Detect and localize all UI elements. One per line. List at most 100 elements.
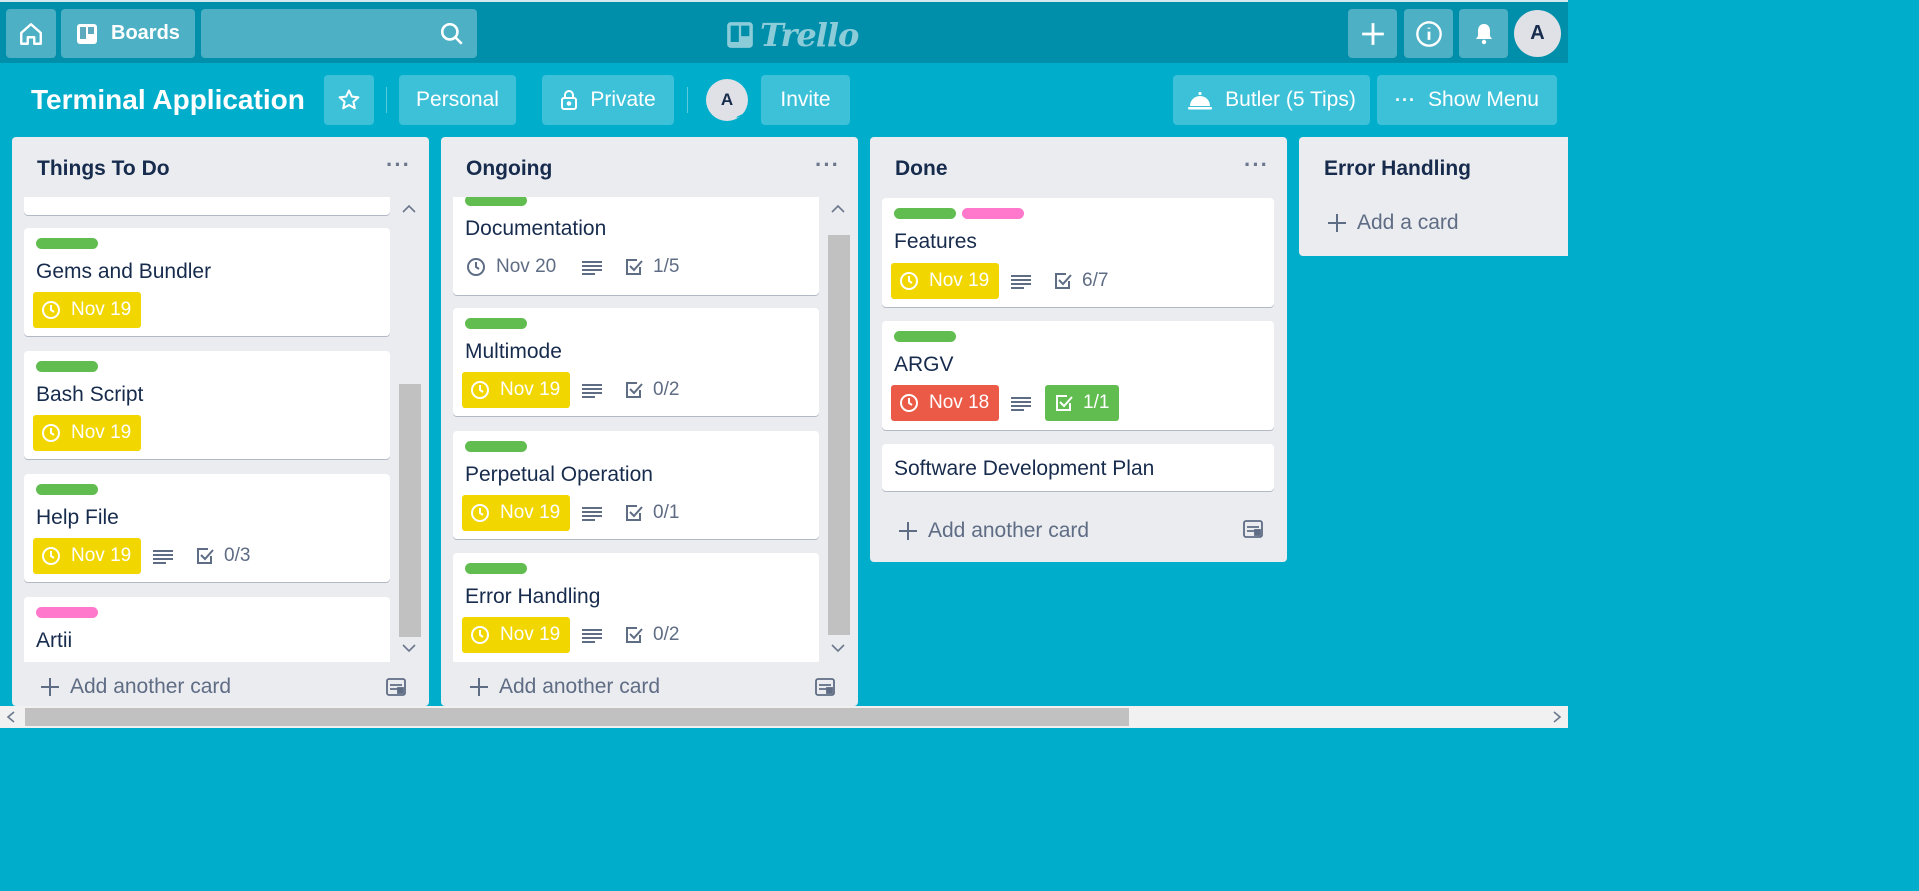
label-green[interactable] [465, 441, 527, 452]
header-divider [386, 87, 387, 113]
search-input[interactable] [201, 9, 477, 58]
trello-logo[interactable]: Trello [726, 16, 859, 54]
scroll-right-icon[interactable] [1552, 711, 1562, 723]
add-card-button[interactable]: Add another card [469, 675, 660, 699]
card-title: Artii [36, 629, 73, 652]
scroll-thumb[interactable] [828, 235, 850, 635]
notifications-button[interactable] [1459, 9, 1508, 58]
boards-button[interactable]: Boards [61, 9, 195, 58]
list-scrollbar[interactable] [826, 197, 850, 662]
scroll-left-icon[interactable] [6, 711, 16, 723]
invite-label: Invite [780, 88, 831, 111]
card-bash-script[interactable]: Bash Script Nov 19 [24, 351, 390, 459]
plus-icon [1328, 214, 1346, 232]
due-date-badge[interactable]: Nov 19 [462, 617, 571, 653]
add-card-label: Add a card [1357, 211, 1459, 234]
list-scrollbar[interactable] [397, 197, 421, 662]
scroll-thumb[interactable] [399, 384, 421, 637]
checklist-count: 0/3 [224, 545, 251, 566]
list-title[interactable]: Things To Do [37, 157, 170, 181]
card-software-development-plan[interactable]: Software Development Plan [882, 444, 1274, 491]
clock-icon [42, 547, 60, 565]
due-date-badge[interactable]: Nov 18 [891, 385, 1000, 421]
star-button[interactable] [324, 75, 374, 125]
due-date-badge[interactable]: Nov 19 [33, 415, 142, 451]
scroll-thumb[interactable] [25, 708, 1129, 726]
top-header: Boards Trello A [0, 0, 1568, 63]
list-title[interactable]: Done [895, 157, 948, 181]
label-green[interactable] [465, 563, 527, 574]
info-button[interactable] [1404, 9, 1453, 58]
label-green[interactable] [894, 208, 956, 219]
label-green[interactable] [36, 238, 98, 249]
more-icon: ··· [1395, 90, 1417, 110]
due-date-text: Nov 19 [71, 422, 132, 443]
label-green[interactable] [894, 331, 956, 342]
card-partial[interactable] [24, 197, 390, 215]
checklist-count: 0/1 [653, 502, 680, 523]
label-green[interactable] [465, 318, 527, 329]
list-menu-icon[interactable]: ··· [386, 154, 411, 176]
card-title: Help File [36, 506, 119, 529]
list-menu-icon[interactable]: ··· [1244, 154, 1269, 176]
scroll-down-icon[interactable] [401, 642, 417, 654]
card-title: Features [894, 230, 977, 253]
card-multimode[interactable]: Multimode Nov 19 0/2 [453, 308, 819, 416]
add-card-button[interactable]: Add another card [40, 675, 231, 699]
add-card-button[interactable]: Add a card [1327, 211, 1459, 235]
home-icon [20, 22, 42, 45]
card-title: Error Handling [465, 585, 601, 608]
invite-button[interactable]: Invite [761, 75, 850, 125]
add-card-button[interactable]: Add another card [898, 519, 1089, 543]
checklist-badge: 0/2 [625, 617, 679, 653]
personal-button[interactable]: Personal [399, 75, 516, 125]
create-button[interactable] [1348, 9, 1397, 58]
due-date-badge[interactable]: Nov 19 [33, 292, 142, 328]
due-date-badge[interactable]: Nov 19 [462, 372, 571, 408]
personal-label: Personal [416, 88, 499, 111]
lock-icon [561, 90, 578, 110]
home-button[interactable] [6, 9, 56, 58]
card-template-icon[interactable] [385, 677, 407, 697]
label-green[interactable] [36, 361, 98, 372]
scroll-up-icon[interactable] [401, 203, 417, 215]
list-ongoing: Ongoing ··· Documentation Nov 20 1/5 Mul… [441, 137, 858, 706]
list-things-to-do: Things To Do ··· Gems and Bundler Nov 19… [12, 137, 429, 706]
logo-text: Trello [760, 16, 859, 54]
label-pink[interactable] [962, 208, 1024, 219]
card-features[interactable]: Features Nov 19 6/7 [882, 198, 1274, 307]
scroll-up-icon[interactable] [830, 203, 846, 215]
show-menu-label: Show Menu [1428, 88, 1539, 111]
add-card-label: Add another card [70, 675, 232, 698]
card-error-handling[interactable]: Error Handling Nov 19 0/2 [453, 553, 819, 662]
list-menu-icon[interactable]: ··· [815, 154, 840, 176]
list-title[interactable]: Ongoing [466, 157, 552, 181]
description-icon [582, 261, 602, 275]
show-menu-button[interactable]: ··· Show Menu [1377, 75, 1557, 125]
card-documentation[interactable]: Documentation Nov 20 1/5 [453, 197, 819, 295]
member-avatar[interactable]: A ︽ [706, 79, 748, 121]
card-artii[interactable]: Artii [24, 597, 390, 662]
label-green[interactable] [465, 197, 527, 206]
card-argv[interactable]: ARGV Nov 18 1/1 [882, 321, 1274, 430]
butler-button[interactable]: Butler (5 Tips) [1173, 75, 1370, 125]
visibility-button[interactable]: Private [542, 75, 674, 125]
due-date-badge[interactable]: Nov 20 [462, 249, 566, 285]
label-green[interactable] [36, 484, 98, 495]
bell-icon [1475, 23, 1492, 44]
user-avatar[interactable]: A [1514, 10, 1561, 57]
board-horizontal-scrollbar[interactable] [0, 706, 1568, 728]
due-date-badge[interactable]: Nov 19 [891, 263, 1000, 299]
card-help-file[interactable]: Help File Nov 19 0/3 [24, 474, 390, 582]
list-title[interactable]: Error Handling [1324, 157, 1471, 181]
card-template-icon[interactable] [814, 677, 836, 697]
checkbox-icon [626, 259, 643, 275]
card-template-icon[interactable] [1242, 519, 1264, 539]
card-perpetual-operation[interactable]: Perpetual Operation Nov 19 0/1 [453, 431, 819, 539]
card-gems-and-bundler[interactable]: Gems and Bundler Nov 19 [24, 228, 390, 336]
board-title[interactable]: Terminal Application [31, 84, 305, 116]
scroll-down-icon[interactable] [830, 642, 846, 654]
due-date-badge[interactable]: Nov 19 [33, 538, 142, 574]
label-pink[interactable] [36, 607, 98, 618]
due-date-badge[interactable]: Nov 19 [462, 495, 571, 531]
